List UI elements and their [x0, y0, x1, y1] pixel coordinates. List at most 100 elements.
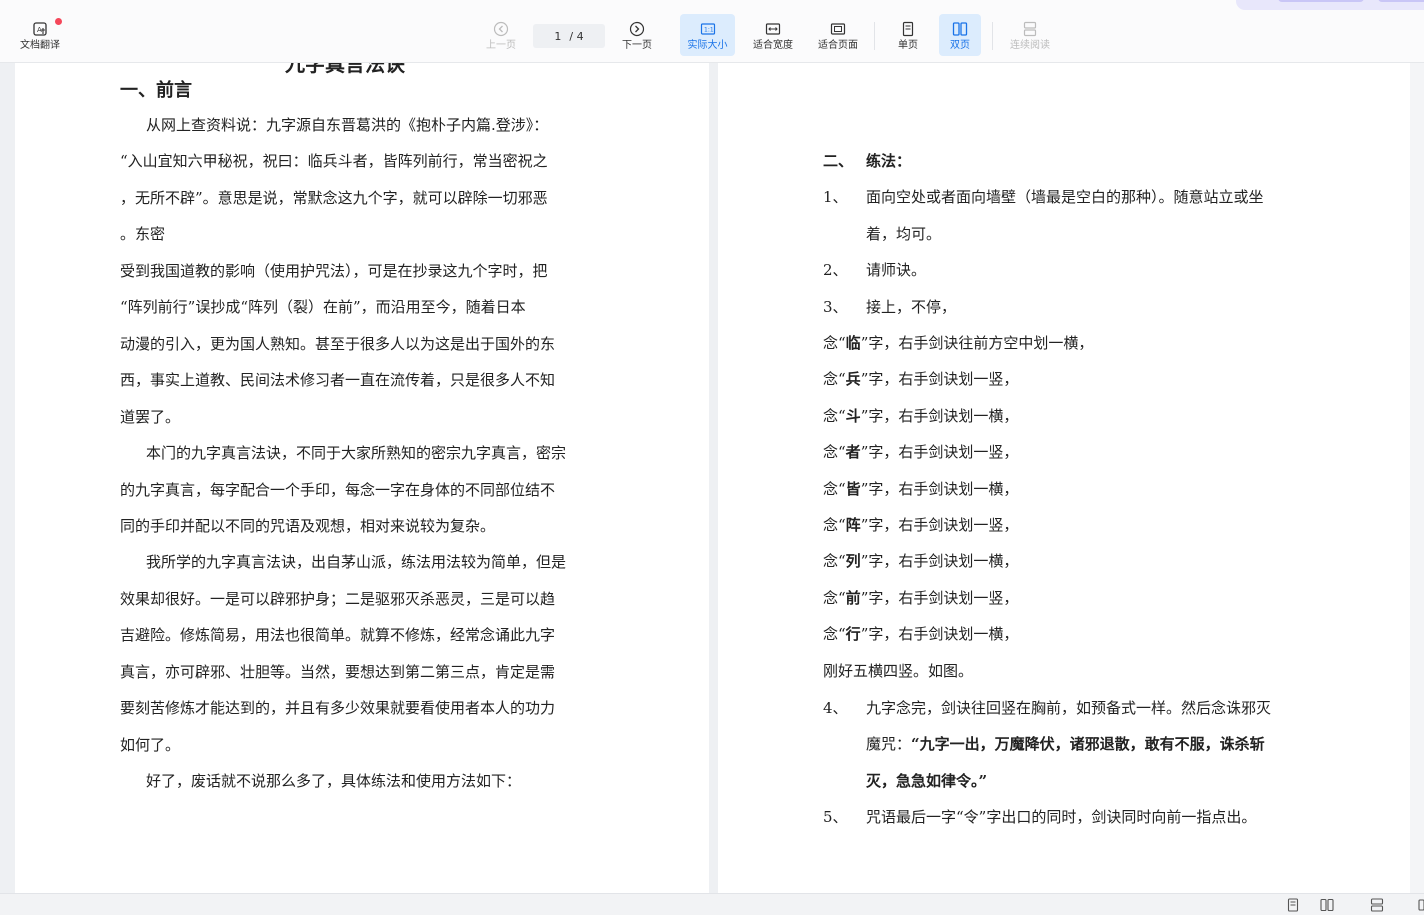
paragraph-line: 的九字真言，每字配合一个手印，每念一字在身体的不同部位结不: [120, 481, 556, 499]
chant-character: 者: [845, 443, 861, 461]
list-item-text: 九字念完，剑诀往回竖在胸前，如预备式一样。然后念诛邪灭: [866, 699, 1272, 717]
document-page-left: 九字真言法诀 一、前言 从网上查资料说：九字源自东晋葛洪的《抱朴子内篇.登涉》：…: [15, 62, 709, 893]
double-page-view-icon[interactable]: [1320, 898, 1334, 912]
list-item-text: 魔咒：“九字一出，万魔降伏，诸邪退散，敢有不服，诛杀斩: [866, 733, 1265, 754]
single-page-button[interactable]: 单页: [890, 14, 926, 56]
list-item-text: 接上，不停，: [866, 298, 957, 316]
top-banner-button[interactable]: [1278, 0, 1364, 2]
chant-prefix: 念“: [823, 480, 846, 498]
double-page-icon: [952, 22, 968, 36]
chant-character: 斗: [845, 407, 861, 425]
list-item-text: 咒语最后一字“令”字出口的同时，剑诀同时向前一指点出。: [866, 808, 1257, 826]
toolbar-divider: [874, 22, 875, 50]
status-bar: [0, 893, 1424, 915]
paragraph-line: 我所学的九字真言法诀，出自茅山派，练法用法较为简单，但是: [146, 553, 567, 571]
paragraph-line: ，无所不辟”。意思是说，常默念这九个字，就可以辟除一切邪恶: [120, 189, 548, 207]
single-page-view-icon[interactable]: [1286, 898, 1300, 912]
overflow-icon[interactable]: [1414, 898, 1424, 912]
fit-page-button[interactable]: 适合页面: [813, 14, 863, 56]
fit-page-label: 适合页面: [818, 40, 858, 51]
summary-text: 刚好五横四竖。如图。: [823, 662, 974, 680]
chant-instruction: ”字，右手剑诀划一横，: [860, 625, 1019, 643]
mantra-intro: 魔咒：: [866, 735, 912, 753]
chevron-right-icon: [629, 21, 645, 37]
translate-label: 文档翻译: [20, 40, 60, 51]
chant-instruction: ”字，右手剑诀划一横，: [860, 480, 1019, 498]
chant-prefix: 念“: [823, 370, 846, 388]
chant-prefix: 念“: [823, 552, 846, 570]
next-page-button[interactable]: 下一页: [617, 14, 657, 56]
paragraph-line: 从网上查资料说：九字源自东晋葛洪的《抱朴子内篇.登涉》：: [146, 116, 549, 134]
chant-character: 阵: [845, 516, 861, 534]
actual-size-label: 实际大小: [687, 40, 728, 51]
document-page-right: 二、 练法： 1、 面向空处或者面向墙壁（墙最是空白的那种）。随意站立或坐 着，…: [718, 62, 1410, 893]
paragraph-line: “阵列前行”误抄成“阵列（裂）在前”，而沿用至今，随着日本: [120, 298, 526, 316]
continuous-view-icon[interactable]: [1370, 898, 1384, 912]
chant-character: 皆: [845, 480, 861, 498]
chant-prefix: 念“: [823, 443, 846, 461]
vertical-scrollbar[interactable]: [1410, 62, 1424, 893]
chant-instruction: ”字，右手剑诀划一横，: [860, 407, 1019, 425]
double-page-label: 双页: [950, 40, 970, 51]
toolbar-divider-2: [992, 22, 993, 50]
actual-size-icon: 1:1: [700, 23, 715, 35]
list-item-number: 1、: [823, 188, 848, 206]
chant-prefix: 念“: [823, 516, 846, 534]
total-pages: / 4: [569, 29, 584, 43]
prev-page-button[interactable]: 上一页: [482, 14, 520, 56]
list-item-text: 面向空处或者面向墙壁（墙最是空白的那种）。随意站立或坐: [866, 188, 1264, 206]
prev-page-label: 上一页: [486, 40, 516, 51]
chant-instruction: ”字，右手剑诀划一竖，: [860, 516, 1019, 534]
chant-character: 临: [845, 334, 861, 352]
actual-size-button[interactable]: 1:1 实际大小: [680, 14, 735, 56]
chant-prefix: 念“: [823, 334, 846, 352]
paragraph-line: 。东密: [120, 225, 166, 243]
chant-instruction: ”字，右手剑诀划一竖，: [860, 443, 1019, 461]
section-number: 二、: [823, 152, 854, 170]
list-item-number: 3、: [823, 298, 848, 316]
list-item-text: 请师诀。: [866, 261, 927, 279]
chant-line: 念“皆”字，右手剑诀划一横，: [823, 478, 1018, 499]
single-page-label: 单页: [898, 40, 918, 51]
double-page-button[interactable]: 双页: [939, 14, 981, 56]
chant-instruction: ”字，右手剑诀往前方空中划一横，: [860, 334, 1094, 352]
chant-line: 念“者”字，右手剑诀划一竖，: [823, 441, 1018, 462]
fit-width-button[interactable]: 适合宽度: [748, 14, 798, 56]
fit-width-label: 适合宽度: [753, 40, 793, 51]
paragraph-line: 效果却很好。一是可以辟邪护身；二是驱邪灭杀恶灵，三是可以趋: [120, 590, 556, 608]
paragraph-line: 如何了。: [120, 736, 181, 754]
paragraph-line: 西，事实上道教、民间法术修习者一直在流传着，只是很多人不知: [120, 371, 556, 389]
chevron-left-icon: [493, 21, 509, 37]
chant-character: 前: [845, 589, 861, 607]
page-number-input[interactable]: 1 / 4: [533, 24, 605, 48]
list-item-number: 2、: [823, 261, 848, 279]
next-page-label: 下一页: [622, 40, 652, 51]
paragraph-line: 道罢了。: [120, 408, 181, 426]
notification-dot: [55, 18, 62, 25]
top-banner-button-2[interactable]: [1378, 0, 1424, 2]
section-heading-preface: 一、前言: [120, 80, 192, 101]
chant-prefix: 念“: [823, 625, 846, 643]
chant-instruction: ”字，右手剑诀划一竖，: [860, 589, 1019, 607]
chant-line: 念“兵”字，右手剑诀划一竖，: [823, 368, 1018, 389]
paragraph-line: 要刻苦修炼才能达到的，并且有多少效果就要看使用者本人的功力: [120, 699, 556, 717]
section-heading-practice: 练法：: [866, 152, 912, 170]
continuous-reading-button[interactable]: 连续阅读: [1005, 14, 1055, 56]
paragraph-line: 本门的九字真言法诀，不同于大家所熟知的密宗九字真言，密宗: [146, 444, 567, 462]
single-page-icon: [902, 21, 914, 37]
current-page: 1: [554, 29, 562, 43]
chant-character: 兵: [845, 370, 861, 388]
toolbar: A 文档翻译 上一页 1 / 4 下一页 1:1 实际大小 适合宽度 适合页面 …: [0, 0, 1424, 63]
chant-prefix: 念“: [823, 407, 846, 425]
svg-text:1:1: 1:1: [704, 27, 714, 34]
fit-page-icon: [830, 23, 846, 35]
list-item-number: 5、: [823, 808, 848, 826]
paragraph-line: 受到我国道教的影响（使用护咒法），可是在抄录这九个字时，把: [120, 262, 548, 280]
continuous-reading-icon: [1023, 21, 1037, 37]
chant-character: 列: [845, 552, 861, 570]
paragraph-line: 吉避险。修炼简易，用法也很简单。就算不修炼，经常念诵此九字: [120, 626, 556, 644]
paragraph-line: “入山宜知六甲秘祝，祝曰：临兵斗者，皆阵列前行，常当密祝之: [120, 152, 548, 170]
chant-line: 念“列”字，右手剑诀划一横，: [823, 550, 1018, 571]
paragraph-line: 动漫的引入，更为国人熟知。甚至于很多人以为这是出于国外的东: [120, 335, 556, 353]
paragraph-line: 好了，废话就不说那么多了，具体练法和使用方法如下：: [146, 772, 522, 790]
